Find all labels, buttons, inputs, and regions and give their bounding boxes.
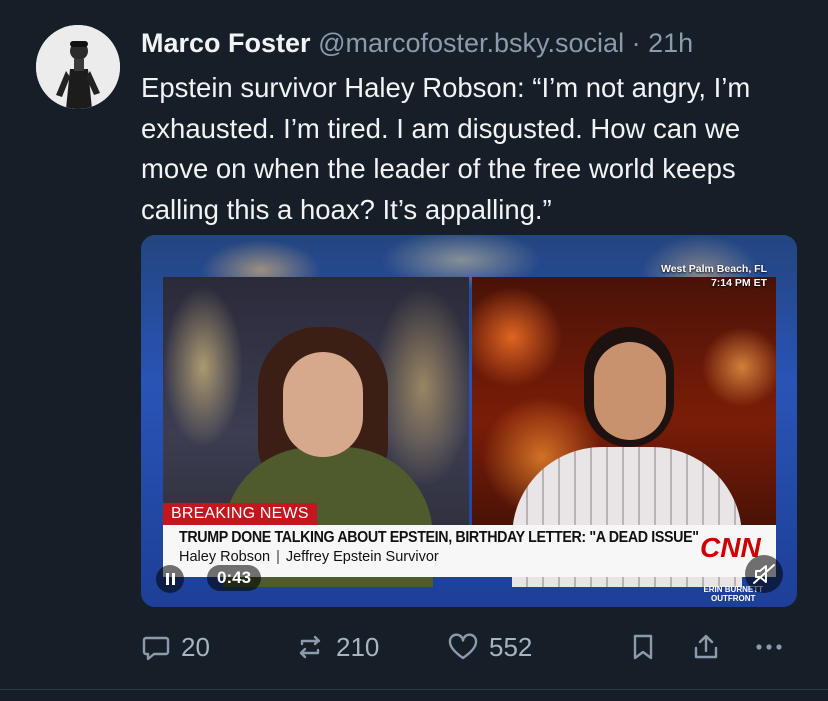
post-text: Epstein survivor Haley Robson: “I’m not … xyxy=(141,72,751,225)
more-icon xyxy=(756,644,782,650)
anchor-face xyxy=(283,352,363,457)
avatar[interactable] xyxy=(36,25,120,109)
share-icon xyxy=(694,634,718,659)
share-button[interactable] xyxy=(691,627,721,667)
guest-name: Haley Robson xyxy=(179,549,271,565)
bookmark-icon xyxy=(633,634,653,660)
chyron-separator: | xyxy=(276,549,280,565)
post-timestamp[interactable]: 21h xyxy=(648,28,693,58)
location-text: West Palm Beach, FL xyxy=(660,263,767,275)
more-button[interactable] xyxy=(751,627,787,667)
guest-title: Jeffrey Epstein Survivor xyxy=(285,549,439,565)
heart-icon xyxy=(448,633,478,660)
pause-button[interactable] xyxy=(156,565,184,593)
bookmark-button[interactable] xyxy=(629,627,657,667)
post-header: Marco Foster @marcofoster.bsky.social · … xyxy=(141,27,693,59)
author-handle[interactable]: @marcofoster.bsky.social xyxy=(318,28,624,58)
like-count: 552 xyxy=(489,631,533,662)
location-bug: West Palm Beach, FL 7:14 PM ET xyxy=(661,262,767,290)
program-line-2: OUTFRONT xyxy=(711,594,756,603)
video-timecode: 0:43 xyxy=(207,565,262,591)
video-panel-guest xyxy=(472,277,776,587)
author-name[interactable]: Marco Foster xyxy=(141,28,311,58)
chyron-subline: Haley Robson | Jeffrey Epstein Survivor xyxy=(179,549,439,565)
breaking-news-label: BREAKING NEWS xyxy=(163,503,317,525)
post[interactable]: Marco Foster @marcofoster.bsky.social · … xyxy=(0,0,828,701)
avatar-image xyxy=(36,25,120,109)
separator-dot: · xyxy=(631,28,641,58)
chyron-headline: TRUMP DONE TALKING ABOUT EPSTEIN, BIRTHD… xyxy=(179,529,699,546)
reply-count: 20 xyxy=(181,631,210,662)
video-player[interactable]: West Palm Beach, FL 7:14 PM ET BREAKING … xyxy=(141,235,797,607)
mute-icon xyxy=(753,564,775,584)
mute-button[interactable] xyxy=(745,555,783,593)
reply-button[interactable]: 20 xyxy=(141,627,210,667)
like-button[interactable]: 552 xyxy=(447,627,532,667)
post-divider xyxy=(0,689,828,690)
repost-button[interactable]: 210 xyxy=(294,627,379,667)
pause-icon xyxy=(165,573,175,585)
post-actions: 20 210 552 xyxy=(141,627,801,667)
clock-text: 7:14 PM ET xyxy=(710,277,767,289)
guest-face xyxy=(594,342,666,440)
reply-icon xyxy=(142,636,170,661)
repost-count: 210 xyxy=(336,631,380,662)
repost-icon xyxy=(299,635,321,659)
